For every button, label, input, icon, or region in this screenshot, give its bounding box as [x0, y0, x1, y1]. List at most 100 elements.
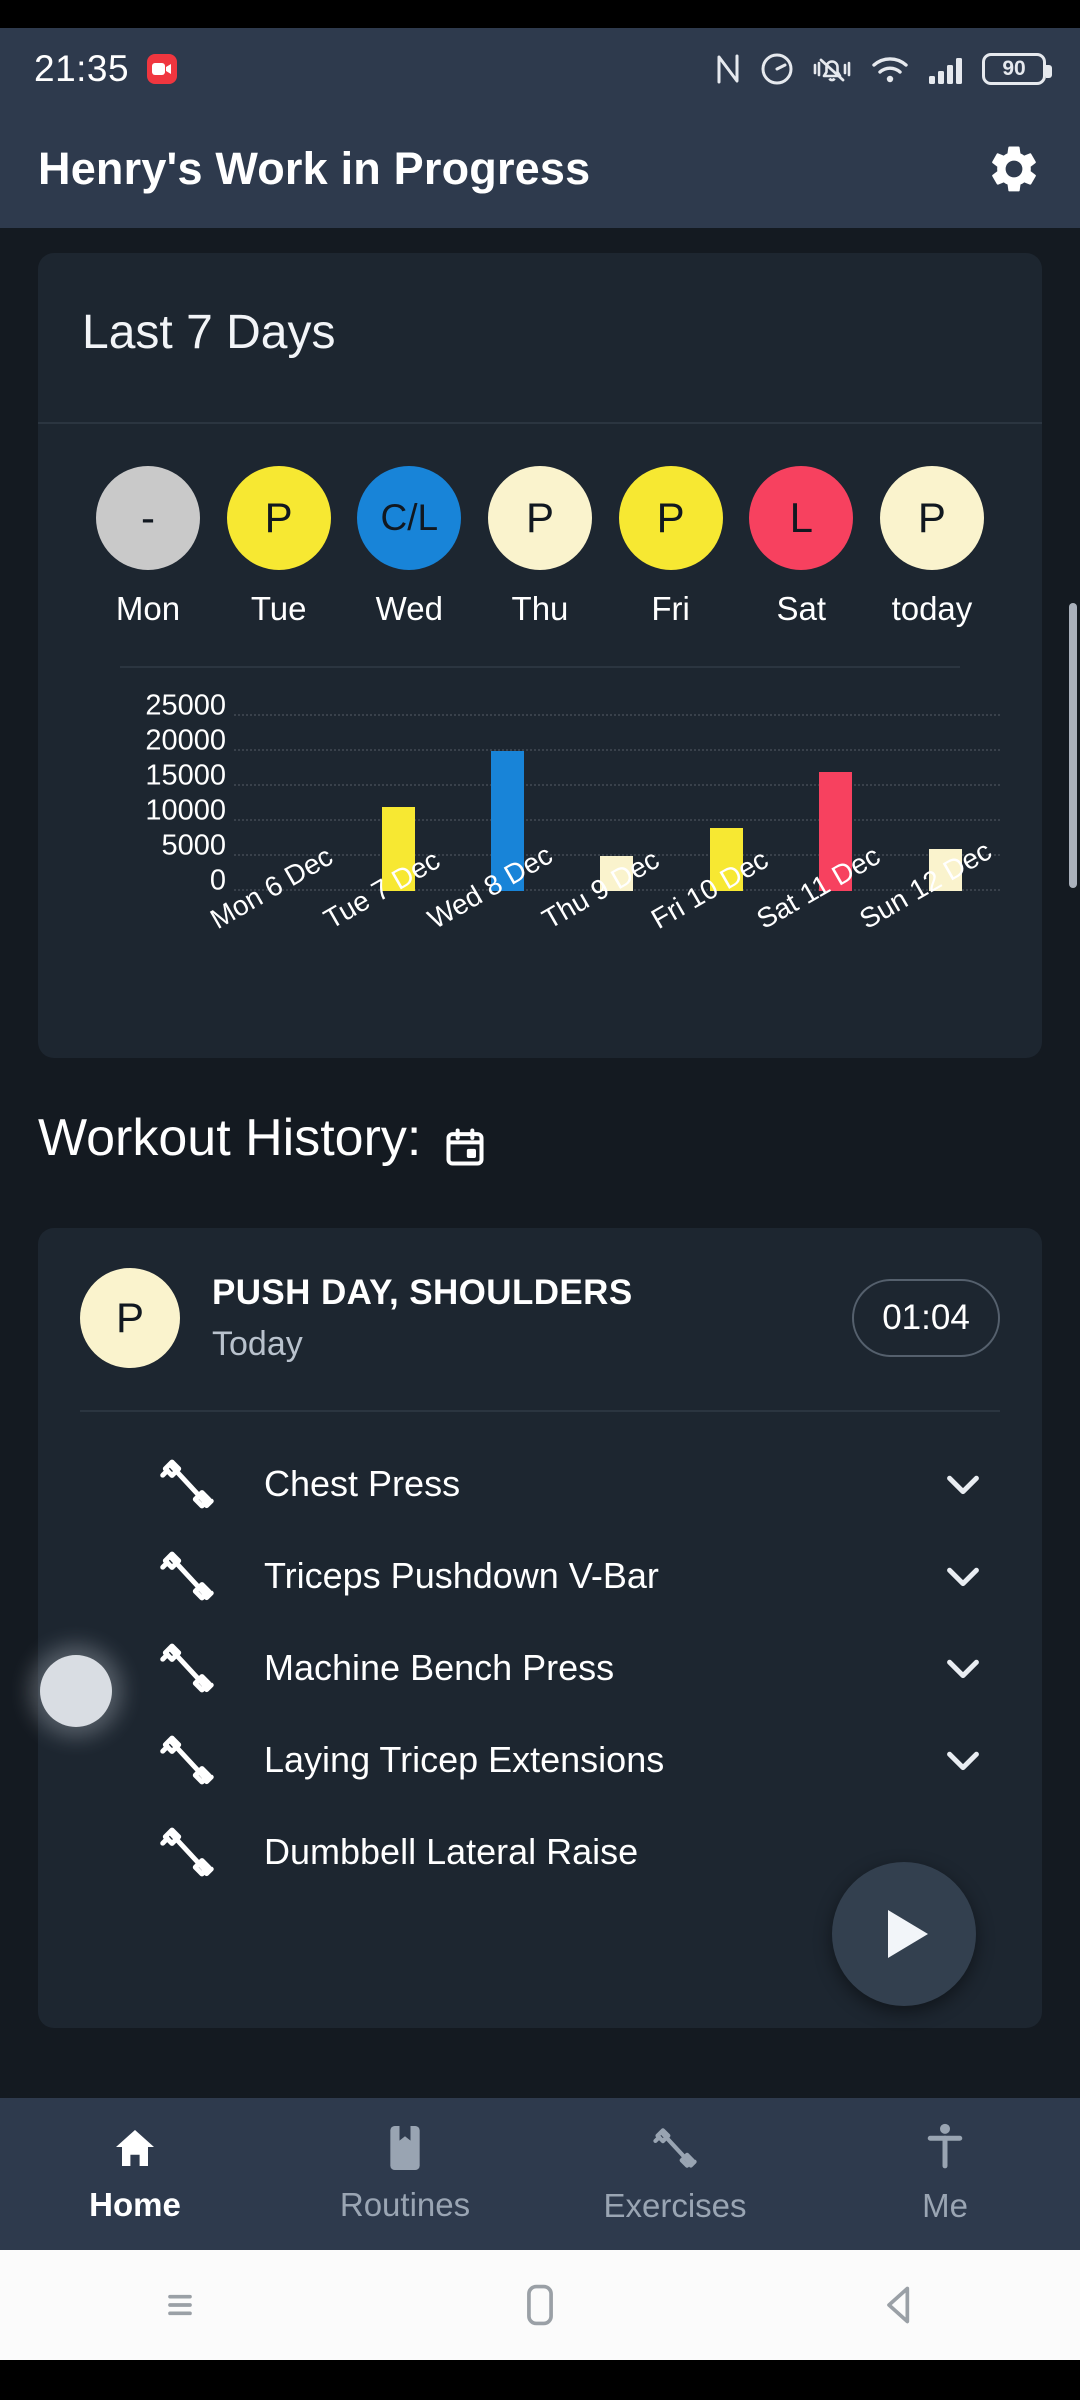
exercise-name: Dumbbell Lateral Raise	[264, 1831, 639, 1872]
day-summary-wed[interactable]: C/L Wed	[354, 466, 464, 628]
wifi-icon	[870, 52, 910, 86]
workout-history-header: Workout History:	[38, 1108, 487, 1168]
screen-record-icon	[147, 54, 178, 84]
play-icon	[888, 1910, 928, 1958]
bottom-bezel	[0, 2360, 1080, 2400]
scroll-content[interactable]: Last 7 Days - Mon P Tue C/L Wed P Thu P …	[0, 228, 1080, 2098]
top-bezel	[0, 0, 1080, 28]
workout-name: PUSH DAY, SHOULDERS	[212, 1272, 633, 1312]
chevron-down-icon[interactable]	[940, 1553, 986, 1599]
back-triangle-icon[interactable]	[720, 2283, 1080, 2327]
day-badge: L	[749, 466, 854, 570]
day-summary-today[interactable]: P today	[877, 466, 987, 628]
day-label: Wed	[375, 590, 443, 627]
status-bar-right: 90	[713, 52, 1052, 86]
workout-date: Today	[212, 1324, 303, 1363]
day-summary-sat[interactable]: L Sat	[746, 466, 856, 628]
home-icon	[109, 2124, 161, 2172]
last-7-days-card: Last 7 Days - Mon P Tue C/L Wed P Thu P …	[38, 253, 1042, 1058]
dumbbell-icon	[160, 1827, 214, 1877]
nav-label: Me	[922, 2187, 968, 2224]
bookmark-icon	[383, 2124, 427, 2172]
nav-label: Routines	[339, 2186, 471, 2223]
day-label: Thu	[511, 590, 569, 627]
nav-label: Exercises	[603, 2187, 747, 2224]
y-tick-label: 10000	[145, 794, 226, 827]
chevron-down-icon[interactable]	[940, 1737, 986, 1783]
day-label: Mon	[115, 590, 181, 627]
day-badge: P	[226, 466, 331, 570]
app-bar: Henry's Work in Progress	[0, 110, 1080, 228]
workout-type-badge: P	[80, 1268, 180, 1368]
gear-icon[interactable]	[986, 141, 1042, 197]
dumbbell-icon	[649, 2123, 701, 2173]
day-label: today	[891, 590, 973, 627]
weekday-summary-row: - Mon P Tue C/L Wed P Thu P Fri L Sat P …	[38, 424, 1042, 628]
stats-card-title: Last 7 Days	[82, 306, 336, 359]
do-not-disturb-timer-icon	[760, 52, 794, 86]
nav-item-routines[interactable]: Routines	[270, 2098, 540, 2250]
day-badge: P	[487, 466, 592, 570]
exercise-row[interactable]: Chest Press	[38, 1438, 1042, 1530]
battery-percent: 90	[1002, 57, 1026, 80]
battery-indicator: 90	[982, 53, 1052, 85]
exercise-row[interactable]: Laying Tricep Extensions	[38, 1714, 1042, 1806]
home-square-icon[interactable]	[360, 2281, 720, 2329]
workout-history-title: Workout History:	[38, 1109, 422, 1167]
workout-duration-badge: 01:04	[852, 1279, 1000, 1357]
chart-y-axis: 0 5000 10000 15000 20000 25000	[126, 690, 226, 897]
nfc-icon	[713, 52, 743, 86]
person-icon	[922, 2123, 968, 2173]
dumbbell-icon	[160, 1735, 214, 1785]
day-summary-mon[interactable]: - Mon	[93, 466, 203, 628]
day-badge: P	[618, 466, 723, 570]
workout-history-item[interactable]: P PUSH DAY, SHOULDERS Today 01:04 Chest …	[38, 1228, 1042, 2028]
day-summary-fri[interactable]: P Fri	[616, 466, 726, 628]
cellular-signal-icon	[927, 52, 965, 86]
divider	[120, 666, 960, 668]
exercise-name: Chest Press	[264, 1463, 461, 1504]
y-tick-label: 20000	[145, 724, 226, 757]
y-tick-label: 15000	[145, 759, 226, 792]
day-badge: P	[879, 466, 984, 570]
nav-item-me[interactable]: Me	[810, 2098, 1080, 2250]
android-navigation-bar	[0, 2250, 1080, 2360]
workout-card-text: PUSH DAY, SHOULDERS Today	[212, 1273, 633, 1364]
day-badge: C/L	[357, 466, 462, 570]
recents-icon[interactable]	[0, 2285, 360, 2325]
bottom-navigation-bar: Home Routines Exercises Me	[0, 2098, 1080, 2250]
dumbbell-icon	[160, 1459, 214, 1509]
dumbbell-icon	[160, 1551, 214, 1601]
dumbbell-icon	[160, 1643, 214, 1693]
page-title: Henry's Work in Progress	[38, 143, 591, 194]
chart-x-axis: Mon 6 Dec Tue 7 Dec Wed 8 Dec Thu 9 Dec Fri …	[205, 835, 1000, 1018]
day-label: Sat	[776, 590, 827, 627]
exercise-row[interactable]: Machine Bench Press	[38, 1622, 1042, 1714]
y-tick-label: 5000	[161, 829, 226, 862]
day-label: Fri	[651, 590, 690, 627]
status-bar-left: 21:35	[34, 48, 178, 90]
phone-screen: 21:35 90 Henry's Work in Progress Last 7…	[0, 0, 1080, 2400]
start-workout-fab[interactable]	[832, 1862, 976, 2006]
x-label-slot: Sun 12 Dec	[855, 835, 1000, 1018]
day-summary-thu[interactable]: P Thu	[485, 466, 595, 628]
chevron-down-icon[interactable]	[940, 1461, 986, 1507]
exercise-list: Chest Press Triceps Pushdown V-Bar Machine…	[38, 1412, 1042, 1898]
day-label: Tue	[250, 590, 307, 627]
nav-label: Home	[89, 2186, 181, 2223]
workout-card-header: P PUSH DAY, SHOULDERS Today 01:04	[38, 1228, 1042, 1368]
exercise-row[interactable]: Triceps Pushdown V-Bar	[38, 1530, 1042, 1622]
chevron-down-icon[interactable]	[940, 1645, 986, 1691]
exercise-name: Laying Tricep Extensions	[264, 1739, 665, 1780]
day-badge: -	[96, 466, 200, 570]
touch-pointer-indicator	[40, 1655, 112, 1727]
calendar-icon[interactable]	[443, 1119, 487, 1166]
y-tick-label: 0	[209, 864, 226, 897]
exercise-name: Machine Bench Press	[264, 1647, 615, 1688]
app-bar-actions	[986, 141, 1042, 197]
nav-item-exercises[interactable]: Exercises	[540, 2098, 810, 2250]
vibrate-bell-off-icon	[811, 52, 853, 86]
vertical-scrollbar[interactable]	[1069, 603, 1077, 888]
day-summary-tue[interactable]: P Tue	[224, 466, 334, 628]
nav-item-home[interactable]: Home	[0, 2098, 270, 2250]
